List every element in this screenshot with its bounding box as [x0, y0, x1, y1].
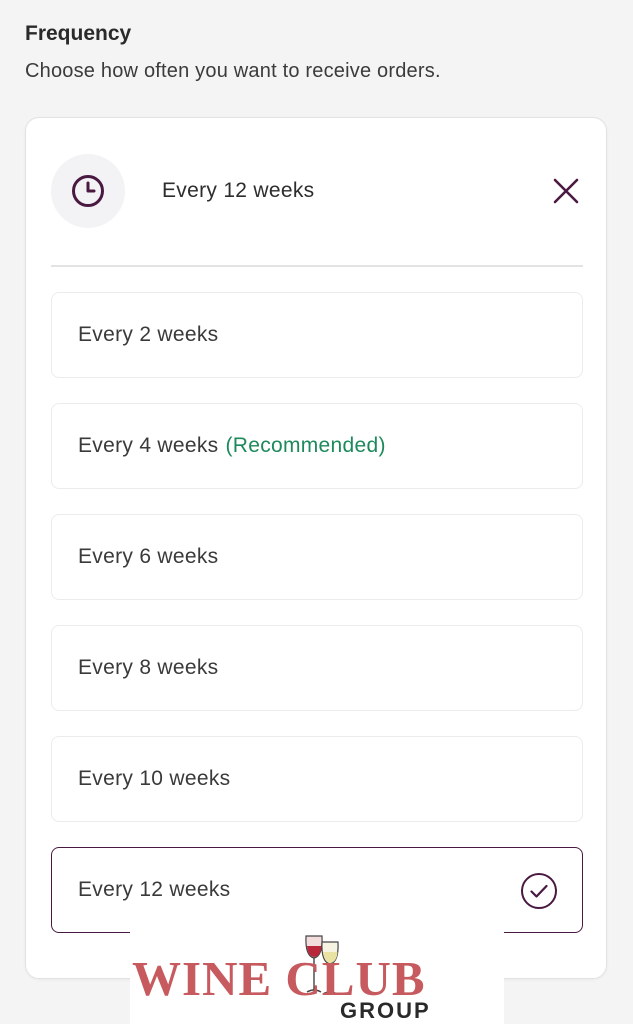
- option-label: Every 4 weeks: [78, 434, 219, 457]
- option-every-6-weeks[interactable]: Every 6 weeks: [51, 514, 583, 600]
- frequency-subtitle: Choose how often you want to receive ord…: [25, 60, 441, 82]
- close-icon[interactable]: [551, 176, 581, 206]
- recommended-badge: (Recommended): [225, 434, 386, 457]
- frequency-options-list: Every 2 weeks Every 4 weeks (Recommended…: [51, 292, 583, 958]
- divider: [51, 265, 583, 267]
- selected-frequency-label: Every 12 weeks: [162, 179, 315, 202]
- selected-frequency-header: Every 12 weeks: [51, 154, 583, 230]
- wine-club-group-watermark: WINE CLUB GROUP: [130, 930, 504, 1024]
- option-every-12-weeks[interactable]: Every 12 weeks: [51, 847, 583, 933]
- frequency-title: Frequency: [25, 22, 132, 45]
- option-label: Every 12 weeks: [78, 878, 231, 901]
- option-every-8-weeks[interactable]: Every 8 weeks: [51, 625, 583, 711]
- option-label: Every 8 weeks: [78, 656, 219, 679]
- check-circle-icon: [521, 873, 557, 909]
- option-every-4-weeks[interactable]: Every 4 weeks (Recommended): [51, 403, 583, 489]
- option-every-2-weeks[interactable]: Every 2 weeks: [51, 292, 583, 378]
- option-label: Every 6 weeks: [78, 545, 219, 568]
- option-label: Every 10 weeks: [78, 767, 231, 790]
- clock-icon: [51, 154, 125, 228]
- option-every-10-weeks[interactable]: Every 10 weeks: [51, 736, 583, 822]
- watermark-sub: GROUP: [340, 998, 431, 1023]
- frequency-card: Every 12 weeks Every 2 weeks Every 4 wee…: [25, 117, 607, 979]
- option-label: Every 2 weeks: [78, 323, 219, 346]
